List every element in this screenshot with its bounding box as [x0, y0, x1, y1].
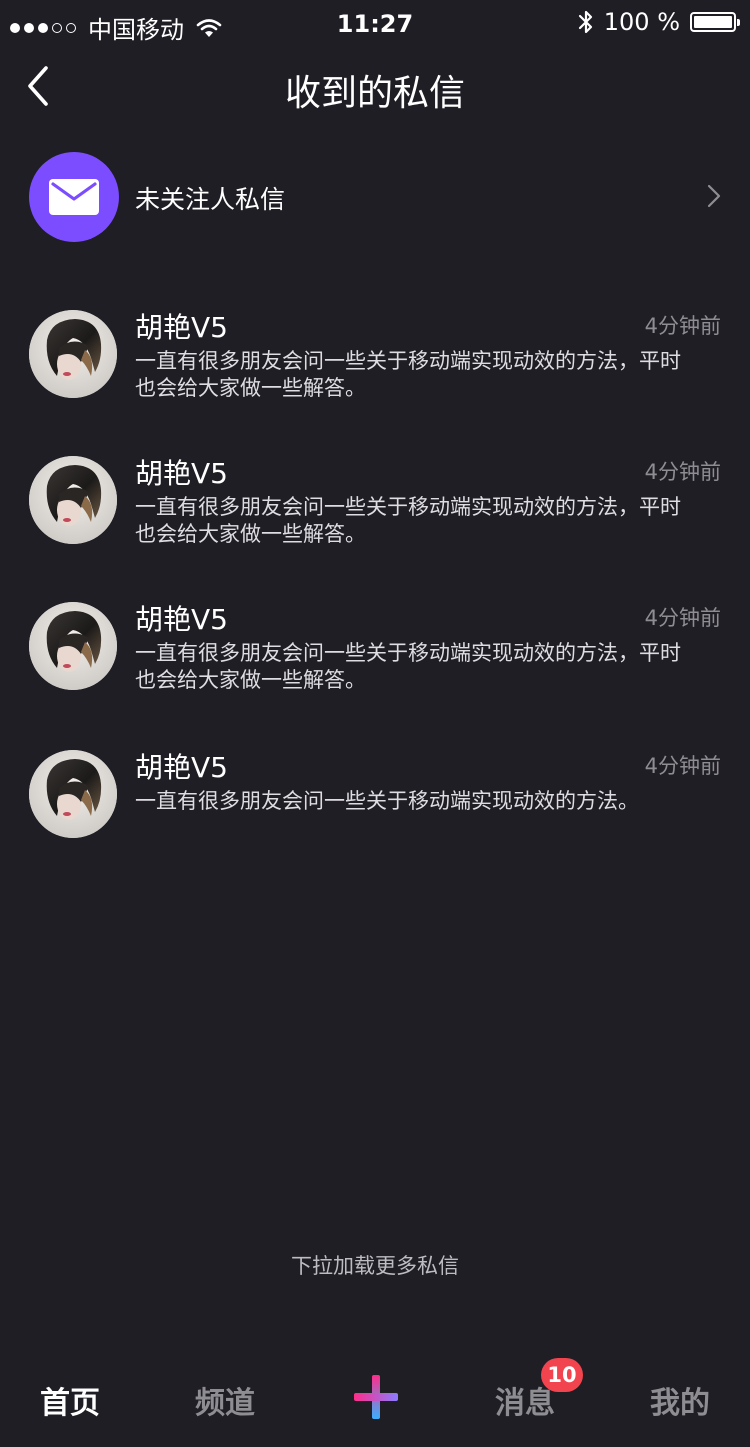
page-title: 收到的私信: [284, 73, 465, 114]
message-list-item[interactable]: 胡艳V5 4分钟前 一直有很多朋友会问一些关于移动端实现动效的方法，平时也会给大…: [0, 310, 750, 410]
battery-icon: [690, 12, 740, 32]
tab-channels[interactable]: 频道: [165, 1378, 285, 1422]
message-time: 4分钟前: [644, 754, 721, 778]
plus-icon: [354, 1375, 398, 1419]
message-list-item[interactable]: 胡艳V5 4分钟前 一直有很多朋友会问一些关于移动端实现动效的方法，平时也会给大…: [0, 602, 750, 702]
status-bar: 中国移动 11:27 100 %: [0, 0, 750, 48]
stranger-messages-label: 未关注人私信: [135, 185, 286, 214]
bluetooth-icon: [578, 10, 592, 34]
message-preview: 一直有很多朋友会问一些关于移动端实现动效的方法。: [135, 789, 639, 813]
sender-name: 胡艳V5: [135, 457, 228, 490]
sender-name: 胡艳V5: [135, 603, 228, 636]
sender-name: 胡艳V5: [135, 311, 228, 344]
message-list-item[interactable]: 胡艳V5 4分钟前 一直有很多朋友会问一些关于移动端实现动效的方法。: [0, 750, 750, 850]
tab-me[interactable]: 我的: [620, 1378, 740, 1422]
avatar-photo: [29, 602, 117, 690]
status-right: 100 %: [578, 8, 740, 36]
unread-badge: 10: [541, 1358, 583, 1392]
publish-button[interactable]: [352, 1373, 400, 1421]
envelope-icon: [49, 179, 99, 215]
battery-percent: 100 %: [603, 8, 680, 36]
avatar[interactable]: [29, 602, 117, 690]
avatar-photo: [29, 310, 117, 398]
load-more-hint: 下拉加载更多私信: [291, 1254, 459, 1278]
message-preview: 一直有很多朋友会问一些关于移动端实现动效的方法，平时也会给大家做一些解答。: [135, 349, 681, 400]
message-time: 4分钟前: [644, 460, 721, 484]
stranger-messages-row[interactable]: 未关注人私信: [0, 150, 750, 244]
avatar[interactable]: [29, 310, 117, 398]
avatar[interactable]: [29, 750, 117, 838]
mail-avatar: [29, 152, 119, 242]
message-preview: 一直有很多朋友会问一些关于移动端实现动效的方法，平时也会给大家做一些解答。: [135, 495, 681, 546]
avatar-photo: [29, 750, 117, 838]
battery-level-fill: [694, 16, 732, 28]
chevron-right-icon: [707, 184, 721, 208]
message-time: 4分钟前: [644, 314, 721, 338]
message-time: 4分钟前: [644, 606, 721, 630]
avatar-photo: [29, 456, 117, 544]
message-preview: 一直有很多朋友会问一些关于移动端实现动效的方法，平时也会给大家做一些解答。: [135, 641, 681, 692]
nav-bar: 收到的私信: [0, 48, 750, 128]
avatar[interactable]: [29, 456, 117, 544]
tab-home[interactable]: 首页: [10, 1378, 130, 1422]
sender-name: 胡艳V5: [135, 751, 228, 784]
message-list-item[interactable]: 胡艳V5 4分钟前 一直有很多朋友会问一些关于移动端实现动效的方法，平时也会给大…: [0, 456, 750, 556]
tab-bar: 首页 频道 消息 10 我的: [0, 1358, 750, 1447]
